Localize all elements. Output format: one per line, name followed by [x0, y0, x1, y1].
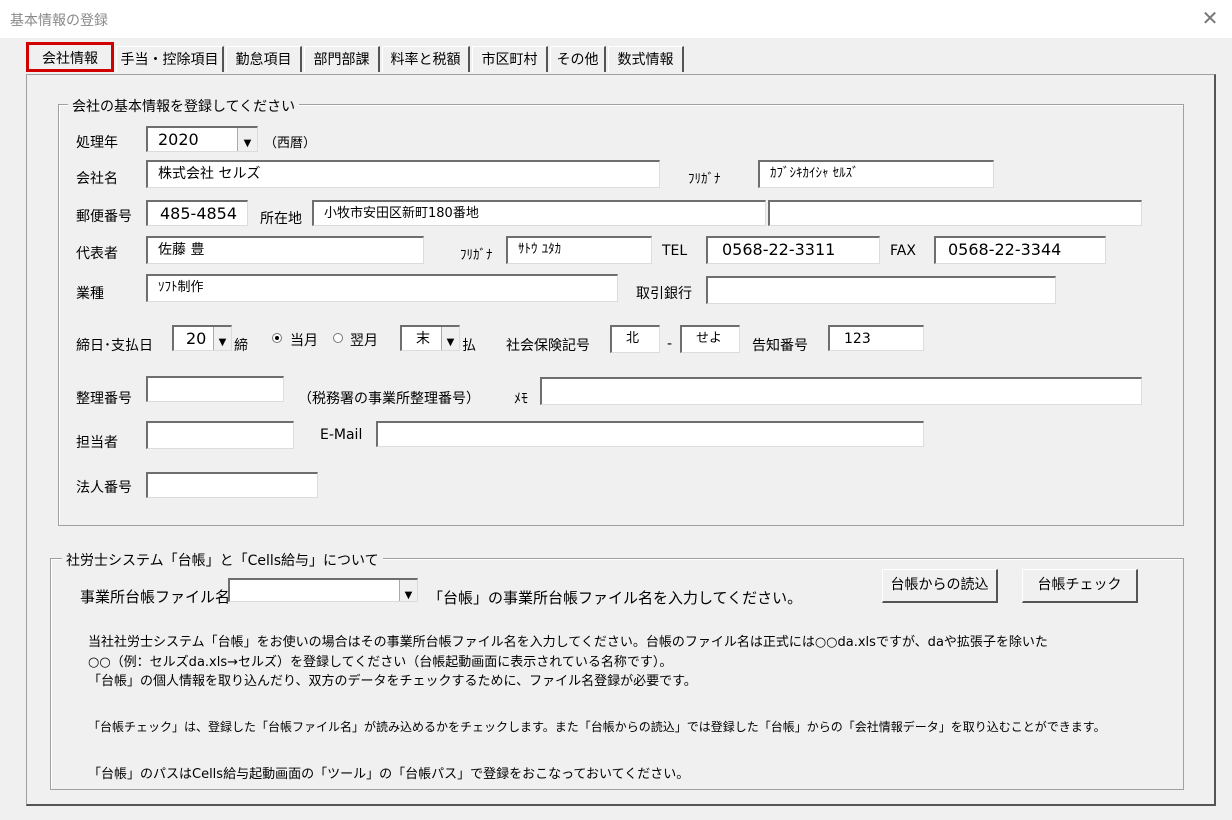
- corp-number-label: 法人番号: [76, 480, 132, 496]
- email-input[interactable]: [376, 421, 924, 447]
- processing-year-label: 処理年: [76, 135, 118, 151]
- rep-furigana-label: ﾌﾘｶﾞﾅ: [460, 248, 493, 263]
- ledger-file-select[interactable]: ▼: [228, 578, 418, 602]
- radio-next-month-label[interactable]: 翌月: [350, 330, 378, 350]
- ref-number-input[interactable]: [146, 376, 284, 402]
- chevron-down-icon[interactable]: ▼: [237, 128, 257, 151]
- processing-year-select[interactable]: 2020 ▼: [146, 126, 258, 152]
- email-label: E-Mail: [320, 427, 363, 443]
- person-input[interactable]: [146, 421, 294, 449]
- notice-number-input[interactable]: 123: [828, 325, 924, 351]
- processing-year-value: 2020: [158, 130, 199, 149]
- fax-input[interactable]: 0568-22-3344: [934, 236, 1106, 264]
- address-label: 所在地: [260, 211, 302, 227]
- company-furigana-input[interactable]: ｶﾌﾞｼｷｶｲｼｬ ｾﾙｽﾞ: [758, 160, 994, 188]
- company-name-label: 会社名: [76, 171, 118, 187]
- tab-rates-taxes[interactable]: 料率と税額: [382, 46, 470, 72]
- representative-input[interactable]: 佐藤 豊: [146, 236, 424, 264]
- ref-number-label: 整理番号: [76, 391, 132, 407]
- tel-label: TEL: [662, 243, 688, 259]
- postal-code-input[interactable]: 485-4854: [146, 200, 248, 226]
- tab-company-info[interactable]: 会社情報: [26, 42, 114, 72]
- closing-day-value: 20: [186, 329, 207, 348]
- ledger-note-4: 「台帳チェック」は、登録した「台帳ファイル名」が読み込めるかをチェックします。ま…: [88, 720, 1106, 734]
- title-bar: [0, 0, 1232, 38]
- ledger-group-legend: 社労士システム「台帳」と「Cells給与」について: [62, 550, 383, 570]
- postal-code-label: 郵便番号: [76, 209, 132, 225]
- tel-input[interactable]: 0568-22-3311: [706, 236, 880, 264]
- pay-day-value: 末: [416, 331, 430, 347]
- memo-label: ﾒﾓ: [514, 391, 528, 407]
- tab-municipalities[interactable]: 市区町村: [472, 46, 548, 72]
- ledger-note-2: ○○（例：セルズda.xls→セルズ）を登録してください（台帳起動画面に表示され…: [88, 655, 673, 670]
- corp-number-input[interactable]: [146, 472, 318, 498]
- tab-other[interactable]: その他: [550, 46, 606, 72]
- insurance-code1-input[interactable]: 北: [610, 325, 660, 353]
- tab-strip: 会社情報 手当・控除項目 勤怠項目 部門部課 料率と税額 市区町村 その他 数式…: [26, 42, 1216, 76]
- insurance-label: 社会保険記号: [506, 338, 590, 354]
- company-furigana-label: ﾌﾘｶﾞﾅ: [688, 172, 721, 187]
- tab-departments[interactable]: 部門部課: [304, 46, 380, 72]
- chevron-down-icon[interactable]: ▼: [213, 327, 231, 350]
- tab-allowance-deduction[interactable]: 手当・控除項目: [116, 46, 224, 72]
- industry-label: 業種: [76, 286, 104, 302]
- address2-input[interactable]: [768, 200, 1142, 226]
- insurance-dash: -: [667, 336, 673, 352]
- ledger-file-hint: 「台帳」の事業所台帳ファイル名を入力してください。: [428, 589, 803, 607]
- chevron-down-icon[interactable]: ▼: [441, 327, 459, 350]
- rep-furigana-input[interactable]: ｻﾄｳ ﾕﾀｶ: [506, 236, 652, 264]
- ledger-check-button[interactable]: 台帳チェック: [1022, 569, 1138, 603]
- close-icon[interactable]: ✕: [1198, 6, 1222, 30]
- bank-label: 取引銀行: [636, 286, 692, 302]
- person-label: 担当者: [76, 435, 118, 451]
- radio-this-month-label[interactable]: 当月: [290, 330, 318, 350]
- notice-number-label: 告知番号: [752, 338, 808, 354]
- industry-input[interactable]: ｿﾌﾄ制作: [146, 274, 618, 302]
- chevron-down-icon[interactable]: ▼: [399, 580, 417, 601]
- memo-input[interactable]: [540, 377, 1142, 405]
- pay-day-select[interactable]: 末 ▼: [400, 325, 460, 351]
- bank-input[interactable]: [706, 276, 1056, 304]
- company-name-input[interactable]: 株式会社 セルズ: [146, 160, 660, 188]
- pay-suffix: 払: [462, 338, 476, 354]
- closing-payment-label: 締日･支払日: [76, 338, 153, 354]
- closing-suffix: 締: [234, 338, 248, 354]
- era-note: （西暦）: [264, 136, 317, 151]
- tab-formula-info[interactable]: 数式情報: [608, 46, 684, 72]
- fax-label: FAX: [890, 243, 916, 259]
- ledger-note-5: 「台帳」のパスはCells給与起動画面の「ツール」の「台帳パス」で登録をおこなっ…: [88, 767, 690, 782]
- closing-day-select[interactable]: 20 ▼: [172, 325, 232, 351]
- ledger-note-3: 「台帳」の個人情報を取り込んだり、双方のデータをチェックするために、ファイル名登…: [88, 674, 697, 689]
- ledger-note-1: 当社社労士システム「台帳」をお使いの場合はその事業所台帳ファイル名を入力してくだ…: [88, 635, 1048, 650]
- tab-attendance[interactable]: 勤怠項目: [226, 46, 302, 72]
- window-title: 基本情報の登録: [10, 13, 108, 29]
- insurance-code2-input[interactable]: せよ: [680, 325, 740, 353]
- company-group-legend: 会社の基本情報を登録してください: [68, 96, 300, 116]
- read-from-ledger-button[interactable]: 台帳からの読込: [882, 569, 998, 603]
- radio-this-month[interactable]: [272, 333, 282, 343]
- address1-input[interactable]: 小牧市安田区新町180番地: [312, 200, 766, 226]
- ref-number-note: （税務署の事業所整理番号）: [298, 391, 480, 407]
- radio-next-month[interactable]: [333, 333, 343, 343]
- representative-label: 代表者: [76, 246, 118, 262]
- ledger-file-label: 事業所台帳ファイル名: [80, 588, 231, 606]
